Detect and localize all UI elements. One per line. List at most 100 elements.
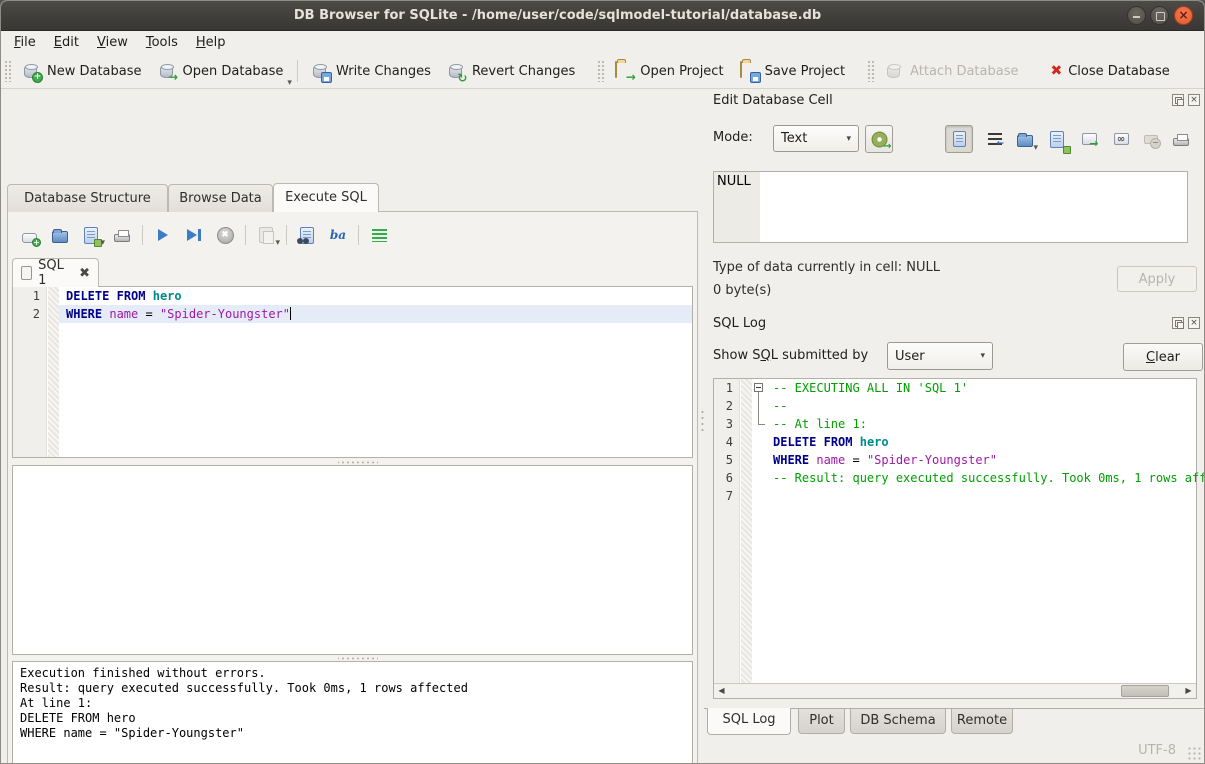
- copy-results-icon[interactable]: ▾: [255, 224, 277, 246]
- menu-bar: File Edit View Tools Help: [1, 31, 1204, 54]
- editor-code-area[interactable]: 1DELETE FROM hero2 WHERE name = "Spider-Y…: [13, 287, 692, 323]
- close-database-button[interactable]: ✖ Close Database: [1042, 60, 1177, 83]
- tab-execute-sql[interactable]: Execute SQL: [273, 183, 379, 212]
- menu-tools[interactable]: Tools: [137, 33, 187, 52]
- sql-toolbar: + ▾ ✖ ▾ ba: [18, 222, 390, 248]
- execute-current-line-icon[interactable]: [183, 224, 205, 246]
- sql-document-icon: [21, 266, 32, 280]
- scroll-left-icon[interactable]: ◀: [714, 684, 729, 698]
- code-text[interactable]: WHERE name = "Spider-Youngster": [59, 305, 692, 323]
- toolbar-grip[interactable]: [597, 60, 604, 82]
- mode-select[interactable]: Text ▾: [773, 125, 859, 152]
- title-bar[interactable]: DB Browser for SQLite - /home/user/code/…: [1, 1, 1204, 31]
- word-wrap-icon[interactable]: [981, 125, 1009, 153]
- find-icon[interactable]: [296, 224, 318, 246]
- clear-log-button[interactable]: Clear: [1123, 343, 1203, 371]
- import-cell-data-icon[interactable]: ▾: [1011, 125, 1039, 153]
- toolbar-grip[interactable]: [4, 60, 11, 82]
- fold-marker[interactable]: [752, 379, 766, 397]
- save-project-button[interactable]: Save Project: [732, 58, 854, 85]
- open-project-icon: →: [615, 62, 634, 81]
- tab-browse-data[interactable]: Browse Data: [168, 184, 273, 212]
- resize-grip[interactable]: [1187, 746, 1201, 760]
- results-pane[interactable]: [12, 465, 693, 655]
- toolbar-grip[interactable]: [867, 60, 874, 82]
- code-line[interactable]: 1DELETE FROM hero: [13, 287, 692, 305]
- cell-size-info: 0 byte(s): [713, 283, 771, 298]
- execute-all-icon[interactable]: [152, 224, 174, 246]
- float-dock-icon[interactable]: [1172, 317, 1184, 329]
- scrollbar-track[interactable]: [729, 684, 1181, 698]
- log-horizontal-scrollbar[interactable]: ◀ ▶: [714, 683, 1196, 698]
- dock-tab-remote[interactable]: Remote: [951, 709, 1013, 734]
- open-project-button[interactable]: → Open Project: [607, 58, 731, 85]
- new-sql-tab-icon[interactable]: +: [18, 224, 40, 246]
- format-sql-icon[interactable]: [368, 224, 390, 246]
- code-text: [766, 487, 1196, 505]
- close-dock-icon[interactable]: ×: [1188, 94, 1200, 106]
- menu-view[interactable]: View: [88, 33, 137, 52]
- revert-changes-button[interactable]: ↻ Revert Changes: [439, 58, 583, 85]
- print-cell-icon[interactable]: [1167, 125, 1195, 153]
- code-text: -- Result: query executed successfully. …: [766, 469, 1205, 487]
- vertical-splitter[interactable]: [698, 89, 707, 741]
- chevron-down-icon: ▾: [980, 351, 985, 361]
- code-line: 2--: [714, 397, 1196, 415]
- code-line: 1-- EXECUTING ALL IN 'SQL 1': [714, 379, 1196, 397]
- scrollbar-thumb[interactable]: [1121, 685, 1169, 697]
- menu-help[interactable]: Help: [187, 33, 235, 52]
- stop-execution-icon[interactable]: ✖: [214, 224, 236, 246]
- export-cell-data-icon[interactable]: [1043, 125, 1071, 153]
- write-changes-button[interactable]: Write Changes: [303, 58, 439, 85]
- open-sql-file-icon[interactable]: [49, 224, 71, 246]
- save-sql-file-icon[interactable]: ▾: [80, 224, 102, 246]
- set-null-icon[interactable]: [1137, 125, 1165, 153]
- copy-link-icon[interactable]: ∞: [1107, 125, 1135, 153]
- print-sql-icon[interactable]: [111, 224, 133, 246]
- new-database-button[interactable]: + New Database: [14, 58, 150, 85]
- toolbar-separator: [297, 60, 298, 82]
- app-window: DB Browser for SQLite - /home/user/code/…: [0, 0, 1205, 764]
- text-document-mode-button[interactable]: [945, 125, 973, 153]
- log-filter-select[interactable]: User ▾: [887, 342, 993, 370]
- code-text: -- EXECUTING ALL IN 'SQL 1': [766, 379, 1196, 397]
- sql-editor[interactable]: 1DELETE FROM hero2 WHERE name = "Spider-Y…: [12, 286, 693, 458]
- log-code-area: 1-- EXECUTING ALL IN 'SQL 1'2--3-- At li…: [714, 379, 1196, 505]
- close-dock-icon[interactable]: ×: [1188, 317, 1200, 329]
- tab-database-structure[interactable]: Database Structure: [7, 184, 168, 212]
- dock-tab-sql-log[interactable]: SQL Log: [707, 708, 791, 735]
- line-number: 7: [714, 487, 740, 505]
- mode-label: Mode:: [713, 130, 753, 145]
- open-database-dropdown-caret[interactable]: ▾: [287, 78, 292, 88]
- cell-value-editor[interactable]: NULL: [713, 171, 1188, 243]
- encoding-indicator[interactable]: UTF-8: [1138, 743, 1176, 758]
- menu-file[interactable]: File: [5, 33, 45, 52]
- scroll-right-icon[interactable]: ▶: [1181, 684, 1196, 698]
- dock-tab-db-schema[interactable]: DB Schema: [850, 709, 946, 734]
- menu-edit[interactable]: Edit: [45, 33, 88, 52]
- sql-document-tab-label: SQL 1: [38, 258, 73, 288]
- open-database-button[interactable]: → Open Database: [150, 58, 292, 85]
- close-button[interactable]: ×: [1174, 6, 1193, 25]
- minimize-button[interactable]: [1127, 6, 1146, 25]
- replace-icon[interactable]: ba: [327, 224, 349, 246]
- sql-document-close-icon[interactable]: ✖: [79, 266, 90, 281]
- window-title: DB Browser for SQLite - /home/user/code/…: [1, 1, 1114, 31]
- auto-switch-mode-button[interactable]: [865, 125, 893, 153]
- code-line: 6-- Result: query executed successfully.…: [714, 469, 1196, 487]
- sql-log-view[interactable]: 1-- EXECUTING ALL IN 'SQL 1'2--3-- At li…: [713, 378, 1197, 699]
- dock-tab-plot[interactable]: Plot: [798, 709, 845, 734]
- chevron-down-icon: ▾: [846, 134, 851, 144]
- maximize-button[interactable]: [1150, 6, 1169, 25]
- code-text: --: [766, 397, 1196, 415]
- edit-cell-dock-header: Edit Database Cell ×: [713, 93, 1202, 111]
- sql-document-tab[interactable]: SQL 1 ✖: [12, 258, 99, 287]
- line-number: 2: [13, 305, 47, 323]
- code-text[interactable]: DELETE FROM hero: [59, 287, 692, 305]
- open-in-external-icon[interactable]: [1075, 125, 1103, 153]
- attach-database-button[interactable]: Attach Database: [877, 58, 1026, 85]
- attach-database-icon: [885, 62, 904, 81]
- apply-button[interactable]: Apply: [1117, 266, 1197, 292]
- code-line[interactable]: 2 WHERE name = "Spider-Youngster": [13, 305, 692, 323]
- float-dock-icon[interactable]: [1172, 94, 1184, 106]
